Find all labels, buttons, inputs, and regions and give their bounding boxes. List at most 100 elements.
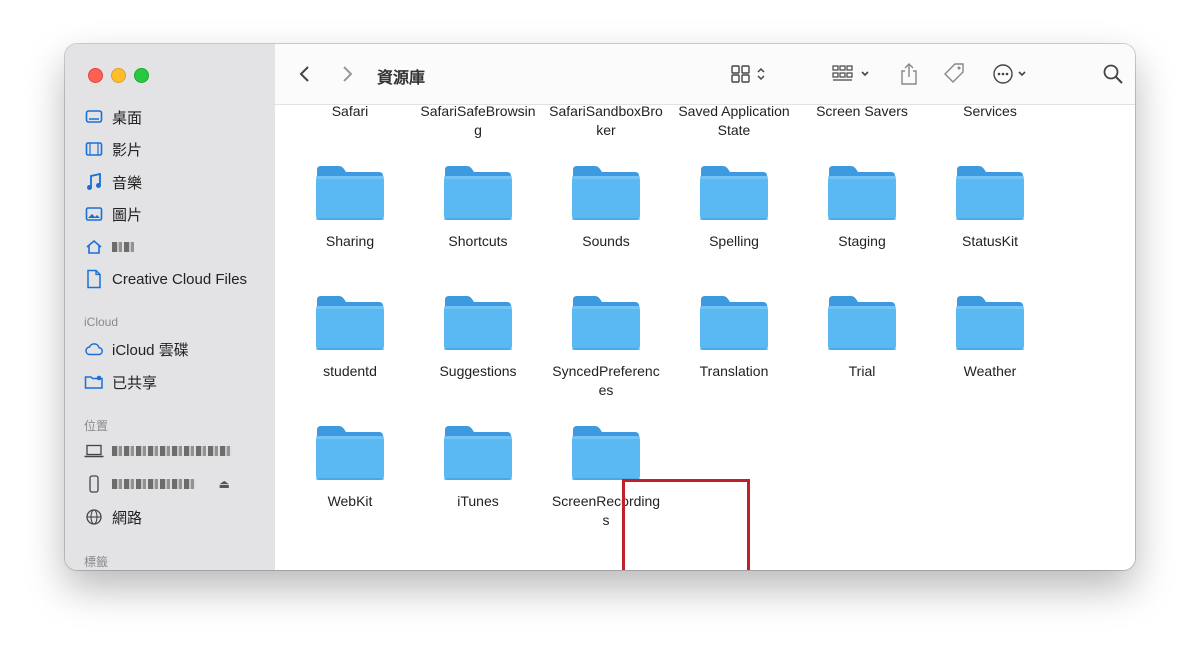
more-button[interactable] <box>992 62 1034 86</box>
folder-item[interactable]: Sounds <box>542 156 670 284</box>
close-button[interactable] <box>88 68 103 83</box>
folder-item[interactable]: Staging <box>798 156 926 284</box>
sidebar-item-home[interactable] <box>84 235 134 259</box>
folder-item[interactable]: SafariSandboxBro ker <box>542 105 670 154</box>
redacted-device-name <box>112 479 196 489</box>
folder-icon <box>316 296 384 350</box>
search-button[interactable] <box>1102 62 1124 86</box>
folder-icon <box>700 166 768 220</box>
phone-icon <box>84 474 104 494</box>
sidebar-item-label: 桌面 <box>112 109 143 127</box>
sidebar-item-label: 影片 <box>112 141 143 159</box>
folder-icon <box>316 166 384 220</box>
tag-icon <box>944 63 964 83</box>
folder-item[interactable]: studentd <box>286 286 414 414</box>
folder-label: WebKit <box>327 493 373 509</box>
folder-item[interactable]: StatusKit <box>926 156 1054 284</box>
sidebar-item-icloud-drive[interactable]: iCloud 雲碟 <box>84 337 189 361</box>
sidebar-item-creative-cloud[interactable]: Creative Cloud Files <box>84 267 247 291</box>
finder-window: 桌面 影片 音樂 圖片 Creative Cloud Files iCloud … <box>65 44 1135 570</box>
more-icon <box>993 64 1026 84</box>
folder-item[interactable]: Sharing <box>286 156 414 284</box>
search-icon <box>1103 64 1123 84</box>
sidebar-item-label: 已共享 <box>112 374 158 392</box>
sidebar-item-label: 圖片 <box>112 206 143 224</box>
folder-item[interactable]: Screen Savers <box>798 105 926 154</box>
folder-icon <box>444 166 512 220</box>
home-icon <box>84 237 104 257</box>
minimize-button[interactable] <box>111 68 126 83</box>
sidebar-item-label: 網路 <box>112 509 143 527</box>
window-controls <box>88 68 149 83</box>
sidebar-item-movies[interactable]: 影片 <box>84 137 142 161</box>
folder-icon <box>828 296 896 350</box>
folder-item[interactable]: Trial <box>798 286 926 414</box>
folder-label: Sharing <box>325 233 375 249</box>
group-button[interactable] <box>832 62 876 86</box>
redacted-device-name <box>112 446 232 456</box>
share-icon <box>901 63 917 85</box>
folder-label: Saved Application State <box>678 105 790 138</box>
folder-label: Weather <box>963 363 1017 379</box>
toolbar: 資源庫 <box>275 44 1135 105</box>
window-title: 資源庫 <box>377 70 426 87</box>
back-button[interactable] <box>299 62 311 86</box>
sidebar-item-pictures[interactable]: 圖片 <box>84 202 142 226</box>
folder-item[interactable]: Services <box>926 105 1054 154</box>
folder-label: Translation <box>699 363 769 379</box>
sidebar-item-label: Creative Cloud Files <box>112 270 248 288</box>
sidebar-item-mac[interactable] <box>84 439 232 463</box>
shared-folder-icon <box>84 372 104 392</box>
folder-item[interactable]: SyncedPreferenc es <box>542 286 670 414</box>
folder-icon <box>444 296 512 350</box>
music-note-icon <box>84 172 104 192</box>
folder-item[interactable]: SafariSafeBrowsin g <box>414 105 542 154</box>
folder-icon <box>572 296 640 350</box>
folder-label: SyncedPreferenc es <box>552 363 660 398</box>
folder-label: Trial <box>848 363 876 379</box>
desktop-icon <box>84 107 104 127</box>
folder-item[interactable]: Safari <box>286 105 414 154</box>
folder-item[interactable]: Suggestions <box>414 286 542 414</box>
sidebar-item-music[interactable]: 音樂 <box>84 170 142 194</box>
sidebar-item-label: 音樂 <box>112 174 143 192</box>
folder-item[interactable]: Shortcuts <box>414 156 542 284</box>
file-grid: ScreenRecording s iTunes WebKit Weather Trial… <box>275 105 1135 570</box>
sidebar-item-shared[interactable]: 已共享 <box>84 370 157 394</box>
folder-item[interactable]: Spelling <box>670 156 798 284</box>
redacted-username <box>112 242 134 252</box>
folder-label: Shortcuts <box>448 233 508 249</box>
sidebar: 桌面 影片 音樂 圖片 Creative Cloud Files iCloud … <box>65 44 276 570</box>
folder-item[interactable]: WebKit <box>286 416 414 544</box>
folder-label: StatusKit <box>961 233 1019 249</box>
highlight-box <box>622 479 750 570</box>
folder-item[interactable]: iTunes <box>414 416 542 544</box>
sidebar-item-network[interactable]: 網路 <box>84 505 142 529</box>
folder-label: Suggestions <box>439 363 517 379</box>
sidebar-item-desktop[interactable]: 桌面 <box>84 105 142 129</box>
folder-label: SafariSafeBrowsin g <box>420 105 536 138</box>
folder-label: Services <box>963 105 1017 119</box>
eject-icon[interactable]: ⏏ <box>219 477 230 491</box>
folder-item[interactable]: Saved Application State <box>670 105 798 154</box>
folder-label: SafariSandboxBro ker <box>549 105 663 138</box>
sidebar-item-iphone[interactable]: ⏏ <box>84 472 256 496</box>
film-icon <box>84 139 104 159</box>
forward-button[interactable] <box>341 62 353 86</box>
zoom-button[interactable] <box>134 68 149 83</box>
folder-icon <box>572 166 640 220</box>
sidebar-item-label: iCloud 雲碟 <box>112 341 189 359</box>
folder-item[interactable]: Translation <box>670 286 798 414</box>
folder-label: Safari <box>331 105 369 119</box>
sidebar-section-icloud: iCloud <box>84 315 119 329</box>
folder-item[interactable]: Weather <box>926 286 1054 414</box>
folder-label: Spelling <box>709 233 759 249</box>
laptop-icon <box>84 441 104 461</box>
folder-label: Screen Savers <box>816 105 908 119</box>
share-button[interactable] <box>899 62 919 86</box>
sidebar-section-tags: 標籤 <box>84 555 109 569</box>
view-mode-button[interactable] <box>731 62 771 86</box>
group-icon <box>832 65 869 81</box>
back-icon <box>299 66 309 82</box>
tag-button[interactable] <box>942 62 966 86</box>
